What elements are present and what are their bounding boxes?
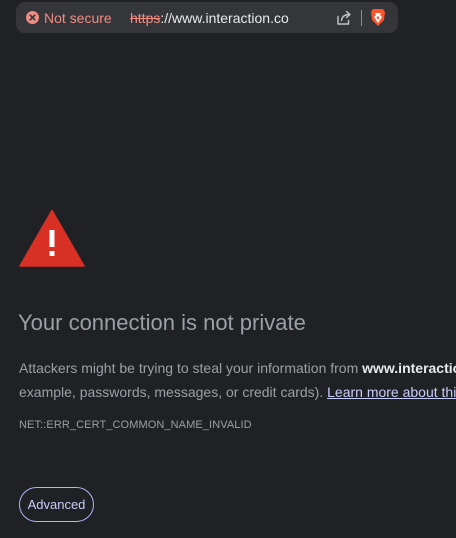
interstitial-page: Your connection is not private Attackers… (0, 38, 456, 538)
error-code: NET::ERR_CERT_COMMON_NAME_INVALID (19, 419, 252, 431)
description-text: Attackers might be trying to steal your … (19, 360, 363, 376)
not-secure-icon[interactable] (26, 11, 39, 24)
url-separator: :// (160, 10, 173, 26)
brave-shields-icon[interactable] (370, 8, 386, 27)
url-host: www.interaction.co (172, 10, 289, 26)
share-icon[interactable] (335, 9, 353, 27)
advanced-button[interactable]: Advanced (19, 487, 94, 522)
url-text[interactable]: https://www.interaction.co (130, 10, 289, 26)
browser-toolbar: Not secure https://www.interaction.co (0, 0, 456, 38)
not-secure-label[interactable]: Not secure (44, 10, 112, 26)
learn-more-link[interactable]: Learn more about this warning (327, 384, 456, 400)
url-scheme: https (130, 10, 161, 26)
description-text-continued: example, passwords, messages, or credit … (19, 384, 328, 400)
warning-triangle-icon (19, 209, 85, 267)
toolbar-divider (361, 10, 362, 26)
error-description: Attackers might be trying to steal your … (19, 356, 456, 404)
page-title: Your connection is not private (18, 310, 306, 335)
description-host: www.interaction.co (362, 360, 456, 376)
address-bar[interactable]: Not secure https://www.interaction.co (16, 2, 398, 33)
